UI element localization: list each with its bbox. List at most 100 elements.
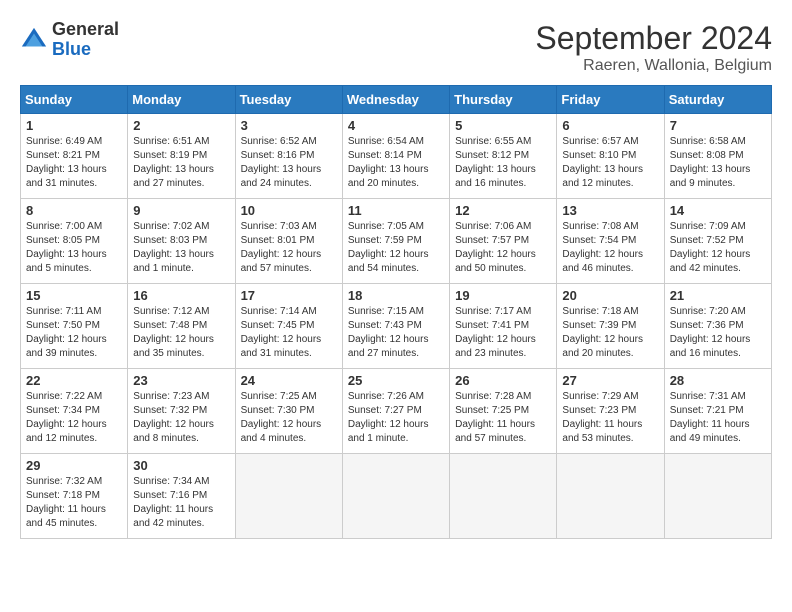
week-row-3: 15Sunrise: 7:11 AMSunset: 7:50 PMDayligh… [21, 284, 772, 369]
calendar-cell: 27Sunrise: 7:29 AMSunset: 7:23 PMDayligh… [557, 369, 664, 454]
day-header-tuesday: Tuesday [235, 86, 342, 114]
day-info: Sunrise: 7:26 AMSunset: 7:27 PMDaylight:… [348, 390, 444, 446]
day-info: Sunrise: 7:09 AMSunset: 7:52 PMDaylight:… [670, 220, 766, 276]
day-info: Sunrise: 7:15 AMSunset: 7:43 PMDaylight:… [348, 305, 444, 361]
day-header-thursday: Thursday [450, 86, 557, 114]
calendar-cell: 2 Sunrise: 6:51 AMSunset: 8:19 PMDaylight… [128, 114, 235, 199]
day-info: Sunrise: 7:08 AMSunset: 7:54 PMDaylight:… [562, 220, 658, 276]
month-title: September 2024 [535, 20, 772, 57]
day-number: 4 [348, 118, 444, 133]
day-info: Sunrise: 7:20 AMSunset: 7:36 PMDaylight:… [670, 305, 766, 361]
calendar-cell: 28 Sunrise: 7:31 AMSunset: 7:21 PMDayligh… [664, 369, 771, 454]
day-header-friday: Friday [557, 86, 664, 114]
logo-general: General [52, 20, 119, 40]
day-number: 11 [348, 203, 444, 218]
day-info: Sunrise: 6:54 AMSunset: 8:14 PMDaylight:… [348, 135, 444, 191]
day-info: Sunrise: 7:28 AMSunset: 7:25 PMDaylight:… [455, 390, 551, 446]
day-info: Sunrise: 7:03 AMSunset: 8:01 PMDaylight:… [241, 220, 337, 276]
calendar-cell: 24Sunrise: 7:25 AMSunset: 7:30 PMDayligh… [235, 369, 342, 454]
calendar-cell: 11 Sunrise: 7:05 AMSunset: 7:59 PMDayligh… [342, 199, 449, 284]
calendar-cell: 22 Sunrise: 7:22 AMSunset: 7:34 PMDayligh… [21, 369, 128, 454]
day-number: 15 [26, 288, 122, 303]
day-header-wednesday: Wednesday [342, 86, 449, 114]
calendar-cell [664, 454, 771, 539]
day-number: 20 [562, 288, 658, 303]
day-number: 2 [133, 118, 229, 133]
day-info: Sunrise: 7:31 AMSunset: 7:21 PMDaylight:… [670, 390, 766, 446]
calendar-cell: 20 Sunrise: 7:18 AMSunset: 7:39 PMDayligh… [557, 284, 664, 369]
week-row-1: 1 Sunrise: 6:49 AMSunset: 8:21 PMDaylight… [21, 114, 772, 199]
calendar-table: SundayMondayTuesdayWednesdayThursdayFrid… [20, 85, 772, 539]
calendar-cell: 21 Sunrise: 7:20 AMSunset: 7:36 PMDayligh… [664, 284, 771, 369]
day-number: 30 [133, 458, 229, 473]
day-info: Sunrise: 7:23 AMSunset: 7:32 PMDaylight:… [133, 390, 229, 446]
calendar-cell: 18 Sunrise: 7:15 AMSunset: 7:43 PMDayligh… [342, 284, 449, 369]
day-number: 7 [670, 118, 766, 133]
day-number: 29 [26, 458, 122, 473]
week-row-2: 8Sunrise: 7:00 AMSunset: 8:05 PMDaylight… [21, 199, 772, 284]
calendar-cell: 30 Sunrise: 7:34 AMSunset: 7:16 PMDayligh… [128, 454, 235, 539]
calendar-cell: 10 Sunrise: 7:03 AMSunset: 8:01 PMDayligh… [235, 199, 342, 284]
day-number: 25 [348, 373, 444, 388]
calendar-cell [557, 454, 664, 539]
calendar-cell [342, 454, 449, 539]
day-number: 24 [241, 373, 337, 388]
calendar-cell: 29 Sunrise: 7:32 AMSunset: 7:18 PMDayligh… [21, 454, 128, 539]
day-info: Sunrise: 7:29 AMSunset: 7:23 PMDaylight:… [562, 390, 658, 446]
calendar-cell [450, 454, 557, 539]
day-number: 8 [26, 203, 122, 218]
logo-icon [20, 26, 48, 54]
day-info: Sunrise: 6:58 AMSunset: 8:08 PMDaylight:… [670, 135, 766, 191]
day-number: 10 [241, 203, 337, 218]
calendar-cell: 17 Sunrise: 7:14 AMSunset: 7:45 PMDayligh… [235, 284, 342, 369]
calendar-cell: 7 Sunrise: 6:58 AMSunset: 8:08 PMDaylight… [664, 114, 771, 199]
day-info: Sunrise: 7:02 AMSunset: 8:03 PMDaylight:… [133, 220, 229, 276]
calendar-header-row: SundayMondayTuesdayWednesdayThursdayFrid… [21, 86, 772, 114]
day-info: Sunrise: 6:51 AMSunset: 8:19 PMDaylight:… [133, 135, 229, 191]
day-number: 19 [455, 288, 551, 303]
logo-blue: Blue [52, 40, 119, 60]
calendar-cell: 23 Sunrise: 7:23 AMSunset: 7:32 PMDayligh… [128, 369, 235, 454]
day-info: Sunrise: 7:12 AMSunset: 7:48 PMDaylight:… [133, 305, 229, 361]
day-number: 13 [562, 203, 658, 218]
day-info: Sunrise: 7:32 AMSunset: 7:18 PMDaylight:… [26, 475, 122, 531]
day-info: Sunrise: 7:05 AMSunset: 7:59 PMDaylight:… [348, 220, 444, 276]
day-number: 16 [133, 288, 229, 303]
calendar-cell: 14Sunrise: 7:09 AMSunset: 7:52 PMDayligh… [664, 199, 771, 284]
day-number: 22 [26, 373, 122, 388]
day-number: 5 [455, 118, 551, 133]
calendar-cell: 15Sunrise: 7:11 AMSunset: 7:50 PMDayligh… [21, 284, 128, 369]
page-header: General Blue September 2024 Raeren, Wall… [20, 20, 772, 75]
day-header-sunday: Sunday [21, 86, 128, 114]
calendar-cell: 1 Sunrise: 6:49 AMSunset: 8:21 PMDaylight… [21, 114, 128, 199]
logo: General Blue [20, 20, 119, 60]
day-number: 18 [348, 288, 444, 303]
day-number: 1 [26, 118, 122, 133]
calendar-cell: 13 Sunrise: 7:08 AMSunset: 7:54 PMDayligh… [557, 199, 664, 284]
day-number: 23 [133, 373, 229, 388]
calendar-cell: 6Sunrise: 6:57 AMSunset: 8:10 PMDaylight… [557, 114, 664, 199]
calendar-cell: 4 Sunrise: 6:54 AMSunset: 8:14 PMDaylight… [342, 114, 449, 199]
day-info: Sunrise: 6:57 AMSunset: 8:10 PMDaylight:… [562, 135, 658, 191]
day-info: Sunrise: 7:14 AMSunset: 7:45 PMDaylight:… [241, 305, 337, 361]
day-info: Sunrise: 7:18 AMSunset: 7:39 PMDaylight:… [562, 305, 658, 361]
day-number: 26 [455, 373, 551, 388]
day-info: Sunrise: 7:34 AMSunset: 7:16 PMDaylight:… [133, 475, 229, 531]
day-number: 21 [670, 288, 766, 303]
day-number: 3 [241, 118, 337, 133]
day-info: Sunrise: 7:22 AMSunset: 7:34 PMDaylight:… [26, 390, 122, 446]
day-info: Sunrise: 6:55 AMSunset: 8:12 PMDaylight:… [455, 135, 551, 191]
day-number: 17 [241, 288, 337, 303]
day-info: Sunrise: 7:06 AMSunset: 7:57 PMDaylight:… [455, 220, 551, 276]
day-number: 28 [670, 373, 766, 388]
title-area: September 2024 Raeren, Wallonia, Belgium [535, 20, 772, 75]
calendar-cell: 9 Sunrise: 7:02 AMSunset: 8:03 PMDaylight… [128, 199, 235, 284]
calendar-cell: 8Sunrise: 7:00 AMSunset: 8:05 PMDaylight… [21, 199, 128, 284]
calendar-cell: 5 Sunrise: 6:55 AMSunset: 8:12 PMDaylight… [450, 114, 557, 199]
week-row-4: 22 Sunrise: 7:22 AMSunset: 7:34 PMDayligh… [21, 369, 772, 454]
day-info: Sunrise: 7:17 AMSunset: 7:41 PMDaylight:… [455, 305, 551, 361]
day-info: Sunrise: 6:49 AMSunset: 8:21 PMDaylight:… [26, 135, 122, 191]
calendar-cell: 12Sunrise: 7:06 AMSunset: 7:57 PMDayligh… [450, 199, 557, 284]
calendar-cell: 19 Sunrise: 7:17 AMSunset: 7:41 PMDayligh… [450, 284, 557, 369]
day-number: 9 [133, 203, 229, 218]
